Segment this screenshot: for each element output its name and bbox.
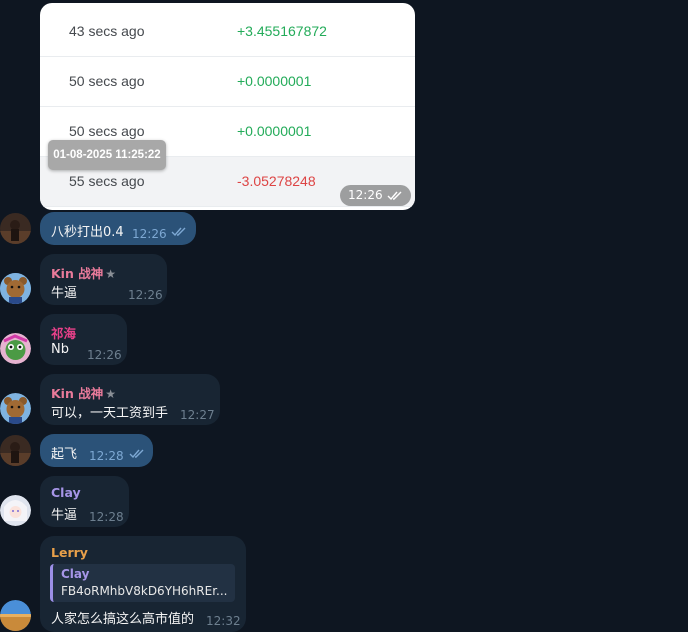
double-check-icon — [171, 227, 186, 237]
avatar[interactable] — [0, 273, 31, 304]
message-bubble[interactable]: Clay 牛逼 12:28 — [40, 476, 129, 527]
avatar-photo — [0, 435, 31, 466]
tx-time: 50 secs ago — [69, 73, 145, 89]
tx-row: 50 secs ago +0.0000001 — [40, 57, 415, 107]
message-time: 12:26 — [132, 227, 167, 241]
quote-sender: Clay — [61, 567, 90, 581]
message-text: 八秒打出0.4 — [51, 225, 124, 240]
tx-time: 50 secs ago — [69, 123, 145, 139]
double-check-icon — [387, 191, 402, 201]
sender-name-text: Kin 战神 — [51, 386, 104, 401]
tx-value: -3.05278248 — [237, 173, 316, 189]
tx-value: +3.455167872 — [237, 23, 327, 39]
tx-value: +0.0000001 — [237, 73, 312, 89]
avatar[interactable] — [0, 333, 31, 364]
message-text: 牛逼 — [51, 508, 78, 523]
message-time: 12:32 — [206, 614, 241, 628]
anime-avatar-icon — [0, 495, 31, 526]
double-check-icon — [129, 449, 144, 459]
avatar[interactable] — [0, 213, 31, 244]
message-time: 12:27 — [180, 408, 215, 422]
message-bubble[interactable]: 八秒打出0.4 12:26 — [40, 212, 196, 245]
sender-name-text: Kin 战神 — [51, 266, 104, 281]
tx-row: 43 secs ago +3.455167872 — [40, 7, 415, 57]
sender-name: 祁海 — [51, 326, 77, 341]
pepe-avatar-icon — [0, 333, 31, 364]
sender-name: Clay — [51, 485, 81, 500]
message-bubble[interactable]: Kin 战神 ★ 牛逼 12:26 — [40, 254, 167, 305]
message-time: 12:26 — [128, 288, 163, 302]
tx-value: +0.0000001 — [237, 123, 312, 139]
tx-time: 43 secs ago — [69, 23, 145, 39]
message-bubble[interactable]: Kin 战神 ★ 可以，一天工资到手 12:27 — [40, 374, 220, 425]
message-time: 12:26 — [87, 348, 122, 362]
date-tooltip: 01-08-2025 11:25:22 — [48, 140, 166, 170]
transaction-card[interactable]: 43 secs ago +3.455167872 50 secs ago +0.… — [40, 3, 415, 210]
message-text: 人家怎么搞这么高市值的 — [51, 612, 195, 627]
avatar[interactable] — [0, 495, 31, 526]
avatar[interactable] — [0, 600, 31, 631]
reply-quote[interactable]: Clay FB4oRMhbV8kD6YH6hREr... — [50, 564, 235, 602]
card-timestamp: 12:26 — [340, 185, 411, 206]
message-bubble[interactable]: 起飞 12:28 — [40, 434, 153, 467]
quote-text: FB4oRMhbV8kD6YH6hREr... — [61, 584, 228, 598]
message-text: 可以，一天工资到手 — [51, 406, 169, 421]
bear-avatar-icon — [0, 393, 31, 424]
star-icon: ★ — [105, 387, 116, 401]
message-bubble[interactable]: 祁海 Nb 12:26 — [40, 314, 127, 365]
message-bubble[interactable]: Lerry Clay FB4oRMhbV8kD6YH6hREr... 人家怎么搞… — [40, 536, 246, 632]
sender-name: Lerry — [51, 545, 88, 560]
message-text: 牛逼 — [51, 286, 78, 301]
avatar-photo — [0, 213, 31, 244]
message-text: Nb — [51, 342, 69, 357]
message-text: 起飞 — [51, 447, 78, 462]
sender-name: Kin 战神 ★ — [51, 383, 116, 402]
sender-name: Kin 战神 ★ — [51, 263, 116, 282]
star-icon: ★ — [105, 267, 116, 281]
landscape-avatar-icon — [0, 600, 31, 631]
tx-time: 55 secs ago — [69, 173, 145, 189]
card-time-text: 12:26 — [348, 188, 383, 202]
message-time: 12:28 — [89, 510, 124, 524]
avatar[interactable] — [0, 435, 31, 466]
avatar[interactable] — [0, 393, 31, 424]
message-time: 12:28 — [89, 449, 124, 463]
bear-avatar-icon — [0, 273, 31, 304]
